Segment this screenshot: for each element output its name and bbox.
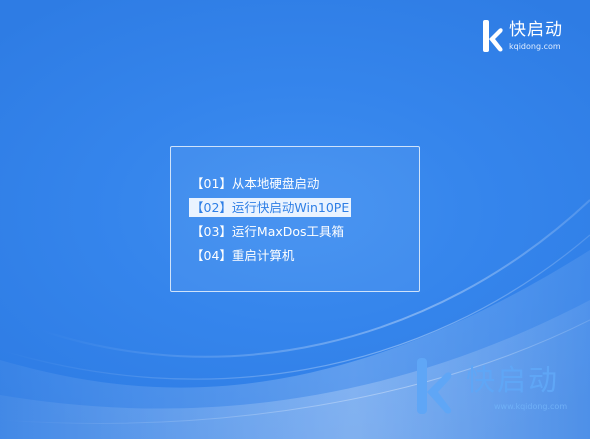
watermark-logo: 快启动 www.kqidong.com — [414, 356, 584, 418]
boot-menu-item-maxdos[interactable]: 【03】运行MaxDos工具箱 — [189, 222, 346, 241]
boot-menu-list: 【01】从本地硬盘启动 【02】运行快启动Win10PE 【03】运行MaxDo… — [189, 173, 352, 269]
boot-menu-item-local-disk[interactable]: 【01】从本地硬盘启动 — [189, 174, 321, 193]
top-logo-domain: kqidong.com — [509, 42, 561, 51]
k-logo-icon — [417, 358, 452, 414]
boot-menu-panel: 【01】从本地硬盘启动 【02】运行快启动Win10PE 【03】运行MaxDo… — [170, 146, 420, 292]
top-logo: 快启动 kqidong.com — [482, 18, 582, 58]
k-logo-icon — [483, 20, 503, 52]
boot-screen: 快启动 kqidong.com 【01】从本地硬盘启动 【02】运行快启动Win… — [0, 0, 590, 439]
watermark-logo-domain: www.kqidong.com — [494, 402, 568, 411]
boot-menu-item-restart[interactable]: 【04】重启计算机 — [189, 246, 296, 265]
watermark-logo-brand: 快启动 — [466, 363, 560, 397]
top-logo-brand: 快启动 — [509, 20, 563, 40]
boot-menu-item-win10pe[interactable]: 【02】运行快启动Win10PE — [189, 198, 352, 217]
